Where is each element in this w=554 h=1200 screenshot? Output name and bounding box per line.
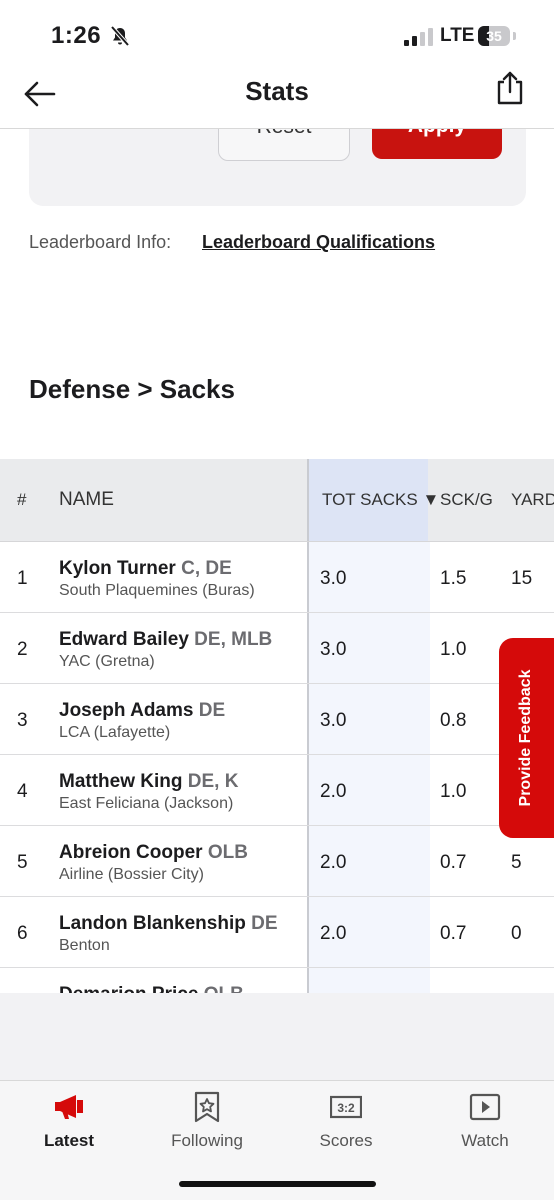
tab-watch-label: Watch bbox=[461, 1131, 509, 1150]
battery-icon: 35 bbox=[478, 26, 516, 46]
player-name[interactable]: Edward Bailey bbox=[59, 629, 189, 650]
status-time: 1:26 bbox=[51, 22, 102, 49]
play-icon bbox=[469, 1093, 501, 1121]
sck-per-game-value: 1.0 bbox=[440, 781, 467, 802]
player-position: DE bbox=[251, 913, 278, 934]
player-position: DE bbox=[198, 700, 226, 721]
tot-sacks-value: 2.0 bbox=[320, 923, 347, 944]
status-bar: 1:26 LTE 35 bbox=[0, 0, 554, 70]
player-position: DE, MLB bbox=[194, 629, 273, 650]
tab-scores[interactable]: 3:2 Scores bbox=[277, 1081, 415, 1171]
table-row[interactable]: Demarion Price OLB bbox=[0, 968, 554, 993]
provide-feedback-button[interactable]: Provide Feedback bbox=[499, 638, 554, 838]
home-indicator bbox=[179, 1181, 376, 1187]
player-name[interactable]: Matthew King bbox=[59, 771, 183, 792]
sck-per-game-value: 0.7 bbox=[440, 852, 467, 873]
table-header: # NAME TOT SACKS ▼ SCK/G YARD bbox=[0, 459, 554, 542]
tot-sacks-cell-bg bbox=[307, 968, 430, 993]
leaderboard-info-label: Leaderboard Info: bbox=[29, 232, 172, 252]
sck-per-game-value: 0.7 bbox=[440, 923, 467, 944]
tab-watch[interactable]: Watch bbox=[416, 1081, 554, 1171]
rank-cell: 6 bbox=[17, 923, 28, 944]
signal-icon bbox=[404, 28, 433, 46]
player-school: East Feliciana (Jackson) bbox=[59, 795, 234, 812]
yards-header[interactable]: YARD bbox=[511, 459, 554, 541]
table-row[interactable]: 4 Matthew King DE, K East Feliciana (Jacks… bbox=[0, 755, 554, 826]
player-name-cell[interactable]: Demarion Price OLB bbox=[59, 984, 244, 993]
rank-cell: 1 bbox=[17, 568, 28, 589]
player-name-cell[interactable]: Abreion Cooper OLB bbox=[59, 842, 248, 864]
tab-following-label: Following bbox=[171, 1131, 243, 1150]
table-row[interactable]: 5 Abreion Cooper OLB Airline (Bossier City… bbox=[0, 826, 554, 897]
player-name-cell[interactable]: Matthew King DE, K bbox=[59, 771, 238, 793]
sck-per-game-header[interactable]: SCK/G bbox=[440, 459, 493, 541]
rank-cell: 4 bbox=[17, 781, 28, 802]
player-name[interactable]: Landon Blankenship bbox=[59, 913, 246, 934]
tot-sacks-value: 2.0 bbox=[320, 852, 347, 873]
tot-sacks-value: 3.0 bbox=[320, 639, 347, 660]
player-name[interactable]: Joseph Adams bbox=[59, 700, 193, 721]
name-header[interactable]: NAME bbox=[59, 459, 114, 541]
player-name-cell[interactable]: Edward Bailey DE, MLB bbox=[59, 629, 272, 651]
megaphone-icon bbox=[55, 1095, 83, 1119]
section-title: Defense > Sacks bbox=[29, 374, 235, 404]
rank-cell: 3 bbox=[17, 710, 28, 731]
bookmark-star-icon bbox=[194, 1091, 220, 1123]
table-row[interactable]: 6 Landon Blankenship DE Benton 2.0 0.7 0 bbox=[0, 897, 554, 968]
tab-latest-label: Latest bbox=[43, 1131, 95, 1150]
sck-per-game-value: 1.0 bbox=[440, 639, 467, 660]
page-title: Stats bbox=[245, 76, 309, 106]
player-name-cell[interactable]: Kylon Turner C, DE bbox=[59, 558, 232, 580]
tot-sacks-value: 3.0 bbox=[320, 710, 347, 731]
network-type: LTE bbox=[440, 25, 475, 46]
tot-sacks-header[interactable]: TOT SACKS ▼ bbox=[307, 459, 439, 541]
player-position: C, DE bbox=[181, 558, 232, 579]
player-position: OLB bbox=[204, 984, 244, 993]
sck-per-game-value: 0.8 bbox=[440, 710, 467, 731]
table-row[interactable]: 1 Kylon Turner C, DE South Plaquemines (Bu… bbox=[0, 542, 554, 613]
scoreboard-icon: 3:2 bbox=[330, 1095, 362, 1119]
share-icon[interactable] bbox=[494, 70, 526, 106]
rank-cell: 5 bbox=[17, 852, 28, 873]
nav-bar: Stats bbox=[0, 70, 554, 129]
bell-muted-icon bbox=[110, 25, 130, 47]
content-background bbox=[0, 993, 554, 1081]
player-name[interactable]: Abreion Cooper bbox=[59, 842, 203, 863]
rank-cell: 2 bbox=[17, 639, 28, 660]
player-name[interactable]: Demarion Price bbox=[59, 984, 198, 993]
yards-value: 0 bbox=[511, 923, 522, 944]
tab-following[interactable]: Following bbox=[138, 1081, 276, 1171]
battery-percent: 35 bbox=[486, 28, 502, 44]
tot-sacks-value: 2.0 bbox=[320, 781, 347, 802]
svg-text:3:2: 3:2 bbox=[337, 1101, 355, 1115]
sck-per-game-value: 1.5 bbox=[440, 568, 467, 589]
leaderboard-qualifications-link[interactable]: Leaderboard Qualifications bbox=[202, 232, 435, 253]
player-school: Benton bbox=[59, 937, 110, 954]
player-name[interactable]: Kylon Turner bbox=[59, 558, 176, 579]
leaderboard-info: Leaderboard Info: Leaderboard Qualificat… bbox=[29, 232, 435, 253]
table-row[interactable]: 3 Joseph Adams DE LCA (Lafayette) 3.0 0.8 bbox=[0, 684, 554, 755]
provide-feedback-label: Provide Feedback bbox=[517, 669, 534, 807]
player-school: LCA (Lafayette) bbox=[59, 724, 171, 741]
player-school: South Plaquemines (Buras) bbox=[59, 582, 255, 599]
table-row[interactable]: 2 Edward Bailey DE, MLB YAC (Gretna) 3.0 1.0 bbox=[0, 613, 554, 684]
player-school: YAC (Gretna) bbox=[59, 653, 155, 670]
yards-value: 15 bbox=[511, 568, 533, 589]
tab-latest[interactable]: Latest bbox=[0, 1081, 138, 1171]
rank-header: # bbox=[17, 490, 27, 509]
player-position: OLB bbox=[207, 842, 248, 863]
stats-table: # NAME TOT SACKS ▼ SCK/G YARD 1 Kylon Tur… bbox=[0, 459, 554, 993]
tot-sacks-value: 3.0 bbox=[320, 568, 347, 589]
player-school: Airline (Bossier City) bbox=[59, 866, 204, 883]
player-position: DE, K bbox=[187, 771, 239, 792]
player-name-cell[interactable]: Joseph Adams DE bbox=[59, 700, 225, 722]
tab-scores-label: Scores bbox=[319, 1131, 373, 1150]
yards-value: 5 bbox=[511, 852, 522, 873]
player-name-cell[interactable]: Landon Blankenship DE bbox=[59, 913, 278, 935]
